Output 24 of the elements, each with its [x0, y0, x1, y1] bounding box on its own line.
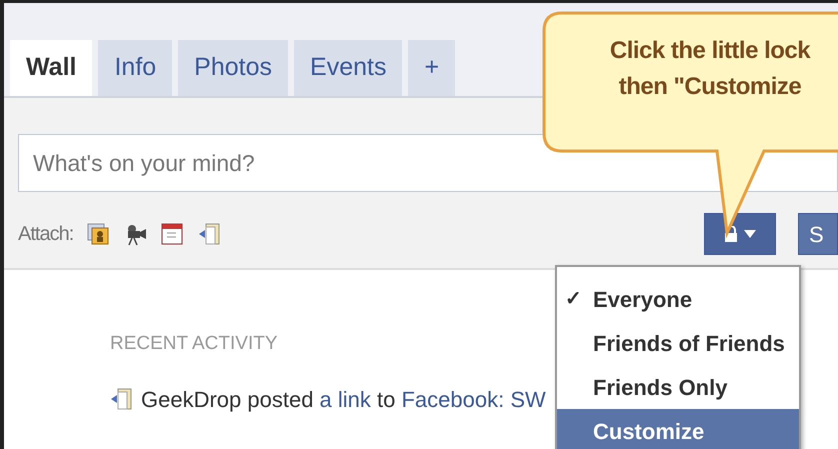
tab[interactable]: Events — [294, 40, 402, 96]
callout-text: Click the little lock — [610, 36, 810, 66]
activity-link[interactable]: Facebook: SW — [401, 386, 546, 412]
privacy-option[interactable]: Friends of Friends — [557, 321, 799, 365]
privacy-option[interactable]: ✓ Everyone — [557, 277, 799, 321]
check-icon: ✓ — [565, 284, 593, 314]
tab[interactable]: + — [408, 40, 456, 96]
calendar-icon[interactable] — [161, 222, 184, 246]
tab[interactable]: Info — [98, 40, 172, 96]
privacy-option[interactable]: Friends Only — [557, 365, 799, 409]
door-arrow-icon — [110, 388, 133, 410]
attach-label: Attach: — [18, 222, 74, 247]
caret-icon — [744, 230, 756, 238]
activity-text: GeekDrop posted a link to Facebook: SW — [141, 386, 546, 414]
door-arrow-icon[interactable] — [198, 222, 222, 246]
section-heading: RECENT ACTIVITY — [110, 332, 278, 356]
activity-link[interactable]: a link — [320, 386, 371, 412]
tab[interactable]: Photos — [178, 40, 288, 96]
callout-text: then "Customize — [618, 72, 802, 102]
privacy-option[interactable]: Customize — [557, 409, 799, 449]
share-button[interactable]: S — [798, 213, 838, 255]
photo-icon[interactable] — [87, 222, 110, 246]
tab[interactable]: Wall — [10, 40, 92, 96]
privacy-lock-button[interactable] — [704, 213, 776, 255]
